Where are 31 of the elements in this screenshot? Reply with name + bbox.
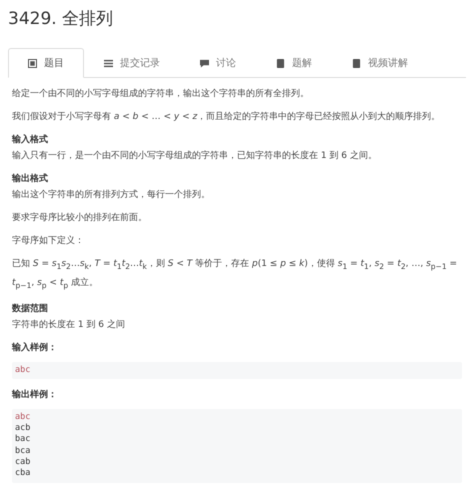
section-heading: 输出格式 [12,172,49,186]
notebook-icon [352,58,361,68]
paragraph: 已知 S = s$_{1}$s$_{2}$…s$_{k}$, T = t$_{1}$t$_{2}$…t$_{k}$，则 S < T 等价于，存在 p(1 ≤ p ≤ k)，使得 s$_{1}$ = t$_{1}$, s$_{2}$ = t$_{2}$, …, s$_{p−1}$ = t$_{p−1}$, s$_{p}$ < t$_{p}$ 成立。 [12,258,458,292]
book-icon [28,58,37,68]
paragraph: 输出这个字符串的所有排列方式，每行一个排列。 [12,188,211,202]
problem-title: 3429. 全排列 [8,8,114,30]
tab[interactable]: 讨论 [180,49,256,78]
code-line: abc [15,364,30,376]
paragraph: 字母序如下定义： [12,234,85,248]
tab[interactable]: 题目 [8,48,84,78]
paragraph: 要求字母序比较小的排列在前面。 [12,212,148,225]
tab[interactable]: 提交记录 [84,49,180,78]
code-line: cab [15,457,30,468]
section-heading: 输出样例： [12,388,58,402]
list-icon [104,58,113,68]
tab[interactable]: 视频讲解 [332,49,428,78]
code-line: bca [15,446,30,458]
code-line: cba [15,468,30,480]
paragraph: 给定一个由不同的小写字母组成的字符串，输出这个字符串的所有全排列。 [12,88,310,101]
notebook-icon [276,58,285,68]
paragraph: 输入只有一行，是一个由不同的小写字母组成的字符串，已知字符串的长度在 1 到 6 之间。 [12,150,378,163]
section-heading: 输入样例： [12,341,58,355]
code-line: acb [15,423,30,434]
section-heading: 输入格式 [12,133,49,147]
code-line: abc [15,412,30,424]
paragraph: 字符串的长度在 1 到 6 之间 [12,318,126,332]
chat-icon [200,58,209,68]
tab[interactable]: 题解 [256,49,332,78]
paragraph: 我们假设对于小写字母有 a < b < … < y < z，而且给定的字符串中的字母已经按照从小到大的顺序排列。 [12,110,442,124]
section-heading: 数据范围 [12,302,49,316]
code-line: bac [15,434,30,446]
